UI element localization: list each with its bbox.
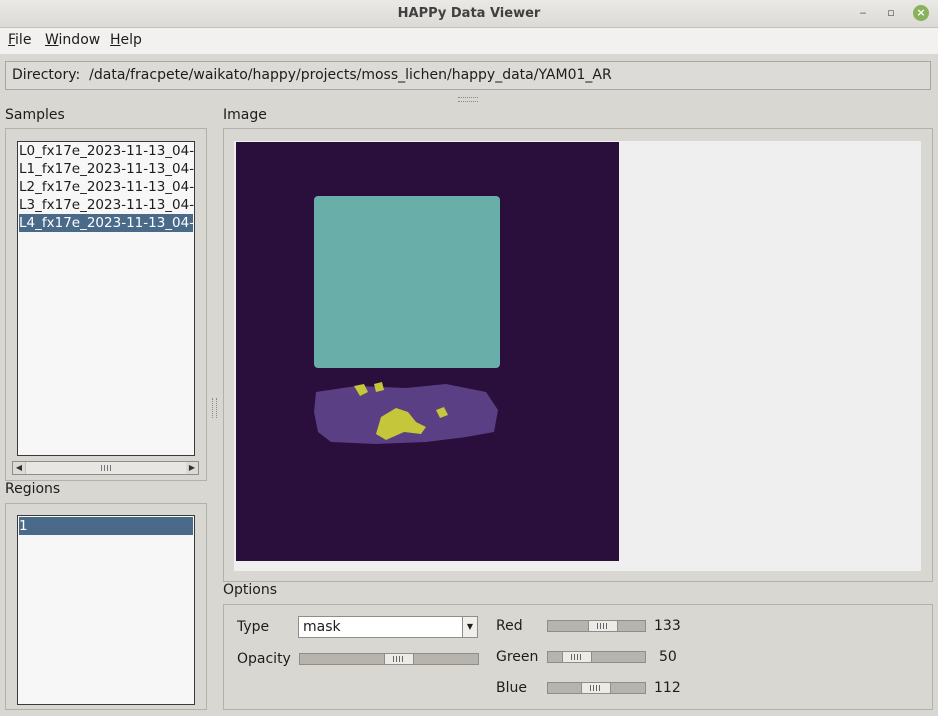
menu-file[interactable]: File xyxy=(8,28,31,54)
directory-path: /data/fracpete/waikato/happy/projects/mo… xyxy=(89,67,612,83)
red-value: 133 xyxy=(654,618,681,634)
opacity-slider[interactable] xyxy=(299,653,479,665)
menu-window[interactable]: Window xyxy=(45,28,100,54)
scroll-left-icon[interactable]: ◀ xyxy=(13,462,25,474)
splitter-handle-horizontal[interactable] xyxy=(458,97,478,102)
sample-item[interactable]: L3_fx17e_2023-11-13_04-4 xyxy=(19,196,194,214)
scrollbar-thumb[interactable] xyxy=(26,462,187,474)
red-slider[interactable] xyxy=(547,620,646,632)
blue-slider-thumb[interactable] xyxy=(581,683,611,693)
scroll-right-icon[interactable]: ▶ xyxy=(186,462,198,474)
window-title: HAPPy Data Viewer xyxy=(397,6,541,21)
region-item-selected[interactable]: 1 xyxy=(19,517,193,535)
options-heading: Options xyxy=(223,582,278,598)
green-slider[interactable] xyxy=(547,651,646,663)
type-value: mask xyxy=(303,619,341,635)
restore-icon[interactable]: ▫ xyxy=(883,5,899,21)
red-label: Red xyxy=(496,618,523,634)
directory-label: Directory: xyxy=(12,67,81,83)
sample-item[interactable]: L1_fx17e_2023-11-13_04-3 xyxy=(19,160,194,178)
samples-horizontal-scrollbar[interactable]: ◀ ▶ xyxy=(12,461,199,475)
type-dropdown[interactable]: mask ▼ xyxy=(298,616,478,638)
sample-item-selected[interactable]: L4_fx17e_2023-11-13_04-5 xyxy=(19,214,193,232)
sample-item[interactable]: L0_fx17e_2023-11-13_04-3 xyxy=(19,142,194,160)
sample-item[interactable]: L2_fx17e_2023-11-13_04-4 xyxy=(19,178,194,196)
type-label: Type xyxy=(237,619,270,635)
samples-list[interactable]: L0_fx17e_2023-11-13_04-3 L1_fx17e_2023-1… xyxy=(17,141,195,456)
green-slider-thumb[interactable] xyxy=(562,652,592,662)
directory-text: Directory: /data/fracpete/waikato/happy/… xyxy=(12,61,612,90)
regions-list[interactable]: 1 xyxy=(17,515,195,705)
sample-image xyxy=(236,142,619,561)
image-heading: Image xyxy=(223,107,267,123)
regions-heading: Regions xyxy=(5,481,61,497)
blue-slider[interactable] xyxy=(547,682,646,694)
samples-heading: Samples xyxy=(5,107,65,123)
minimize-icon[interactable]: ‒ xyxy=(855,5,871,21)
opacity-label: Opacity xyxy=(237,651,291,667)
close-icon[interactable]: × xyxy=(913,5,929,21)
menu-help[interactable]: Help xyxy=(110,28,142,54)
green-label: Green xyxy=(496,649,539,665)
chevron-down-icon[interactable]: ▼ xyxy=(462,617,477,637)
green-value: 50 xyxy=(659,649,677,665)
blue-value: 112 xyxy=(654,680,681,696)
reference-tile xyxy=(314,196,500,368)
opacity-slider-thumb[interactable] xyxy=(384,654,414,664)
blue-label: Blue xyxy=(496,680,527,696)
splitter-handle-vertical[interactable] xyxy=(212,398,217,418)
red-slider-thumb[interactable] xyxy=(588,621,618,631)
